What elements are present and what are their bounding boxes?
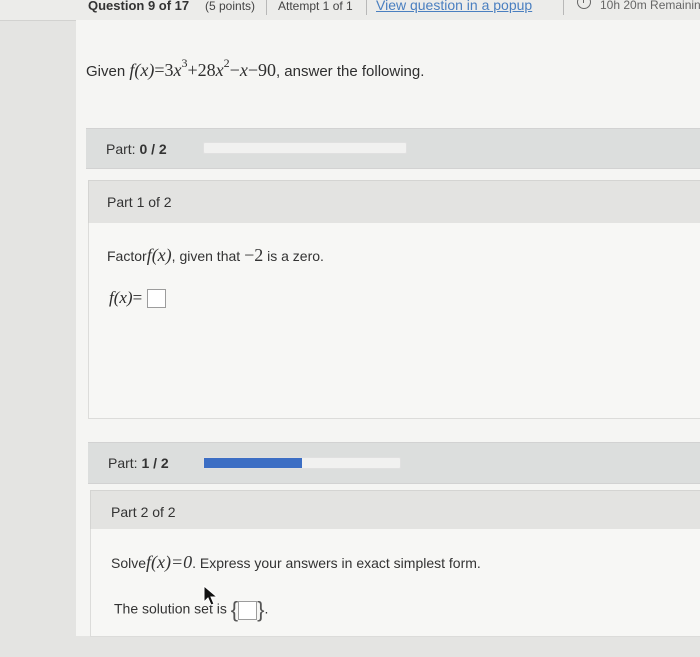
time-remaining: 10h 20m Remaining xyxy=(600,0,700,12)
question-number: Question 9 of 17 xyxy=(88,0,190,13)
part-1-body: Factorf(x), given that −2 is a zero. f(x… xyxy=(88,223,700,419)
attempt-count: Attempt 1 of 1 xyxy=(278,0,353,13)
part-2-body: Solvef(x)=0. Express your answers in exa… xyxy=(90,529,700,637)
solution-set-input[interactable] xyxy=(238,600,258,620)
part-2-header: Part 2 of 2 xyxy=(90,490,700,530)
progress-track-2 xyxy=(203,457,401,469)
mouse-cursor-icon xyxy=(203,585,219,606)
part-1-instruction: Factorf(x), given that −2 is a zero. xyxy=(107,245,324,265)
progress-fill-2 xyxy=(204,458,302,468)
function-expression: f(x)=3x3+28x2−x−90 xyxy=(129,56,276,80)
problem-statement: Given f(x)=3x3+28x2−x−90, answer the fol… xyxy=(86,56,425,80)
factor-answer-input[interactable] xyxy=(146,289,166,309)
clock-icon xyxy=(577,0,591,9)
part-progress-1: Part: 0 / 2 xyxy=(86,128,700,169)
part-1-header: Part 1 of 2 xyxy=(88,180,700,224)
part-2-instruction: Solvef(x)=0. Express your answers in exa… xyxy=(111,552,481,572)
part-progress-2: Part: 1 / 2 xyxy=(88,442,700,484)
part-2-answer-row: The solution set is {}. xyxy=(114,597,269,622)
progress-track-1 xyxy=(203,142,407,154)
question-points: (5 points) xyxy=(205,0,256,13)
top-bar: Question 9 of 17 (5 points) Attempt 1 of… xyxy=(0,0,700,21)
divider xyxy=(366,0,367,15)
divider xyxy=(266,0,267,15)
view-popup-link[interactable]: View question in a popup xyxy=(376,0,532,13)
divider xyxy=(563,0,564,15)
part-1-answer-row: f(x)= xyxy=(109,288,166,309)
